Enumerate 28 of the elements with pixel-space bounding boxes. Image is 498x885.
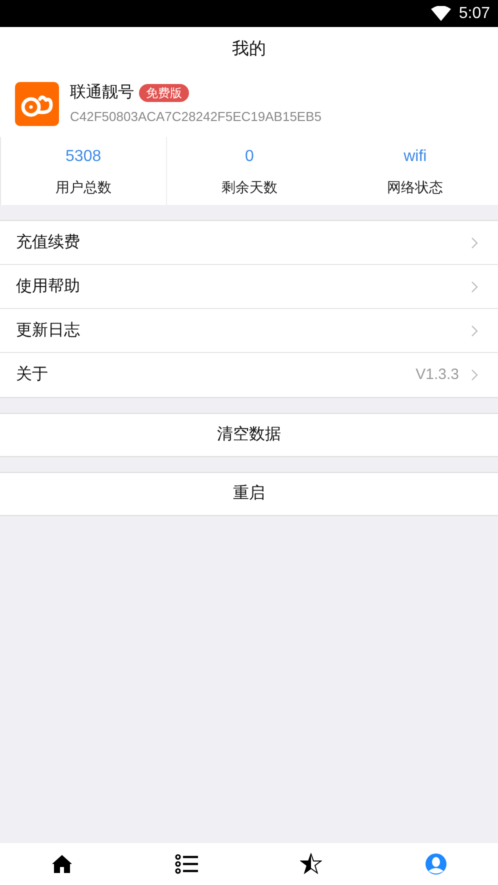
stat-label: 剩余天数 xyxy=(221,178,278,196)
stat-label: 用户总数 xyxy=(55,178,112,196)
home-icon[interactable] xyxy=(51,854,74,874)
app-name: 联通靓号 xyxy=(70,82,134,103)
menu-item[interactable]: 使用帮助 xyxy=(0,265,498,309)
user-icon[interactable] xyxy=(424,853,447,875)
app-logo-icon xyxy=(15,82,59,126)
chevron-right-icon xyxy=(471,236,478,248)
chevron-right-icon xyxy=(471,369,478,381)
star-icon[interactable] xyxy=(300,853,322,875)
status-time: 5:07 xyxy=(458,4,490,24)
list-icon[interactable] xyxy=(174,854,199,874)
free-version-badge: 免费版 xyxy=(139,84,189,102)
menu-item[interactable]: 关于 V1.3.3 xyxy=(0,353,498,397)
action-button[interactable]: 清空数据 xyxy=(0,413,498,457)
device-id: C42F50803ACA7C28242F5EC19AB15EB5 xyxy=(70,108,322,126)
stat-value: 0 xyxy=(245,146,254,166)
wifi-icon xyxy=(430,6,451,21)
page-title: 我的 xyxy=(232,38,266,60)
chevron-right-icon xyxy=(471,324,478,336)
stat-label: 网络状态 xyxy=(387,178,444,196)
action-button[interactable]: 重启 xyxy=(0,472,498,516)
stat-value: wifi xyxy=(404,146,427,166)
version-text: V1.3.3 xyxy=(416,364,459,385)
menu-item[interactable]: 更新日志 xyxy=(0,309,498,353)
chevron-right-icon xyxy=(471,280,478,292)
menu-item[interactable]: 充值续费 xyxy=(0,221,498,265)
stat-value: 5308 xyxy=(66,146,102,166)
